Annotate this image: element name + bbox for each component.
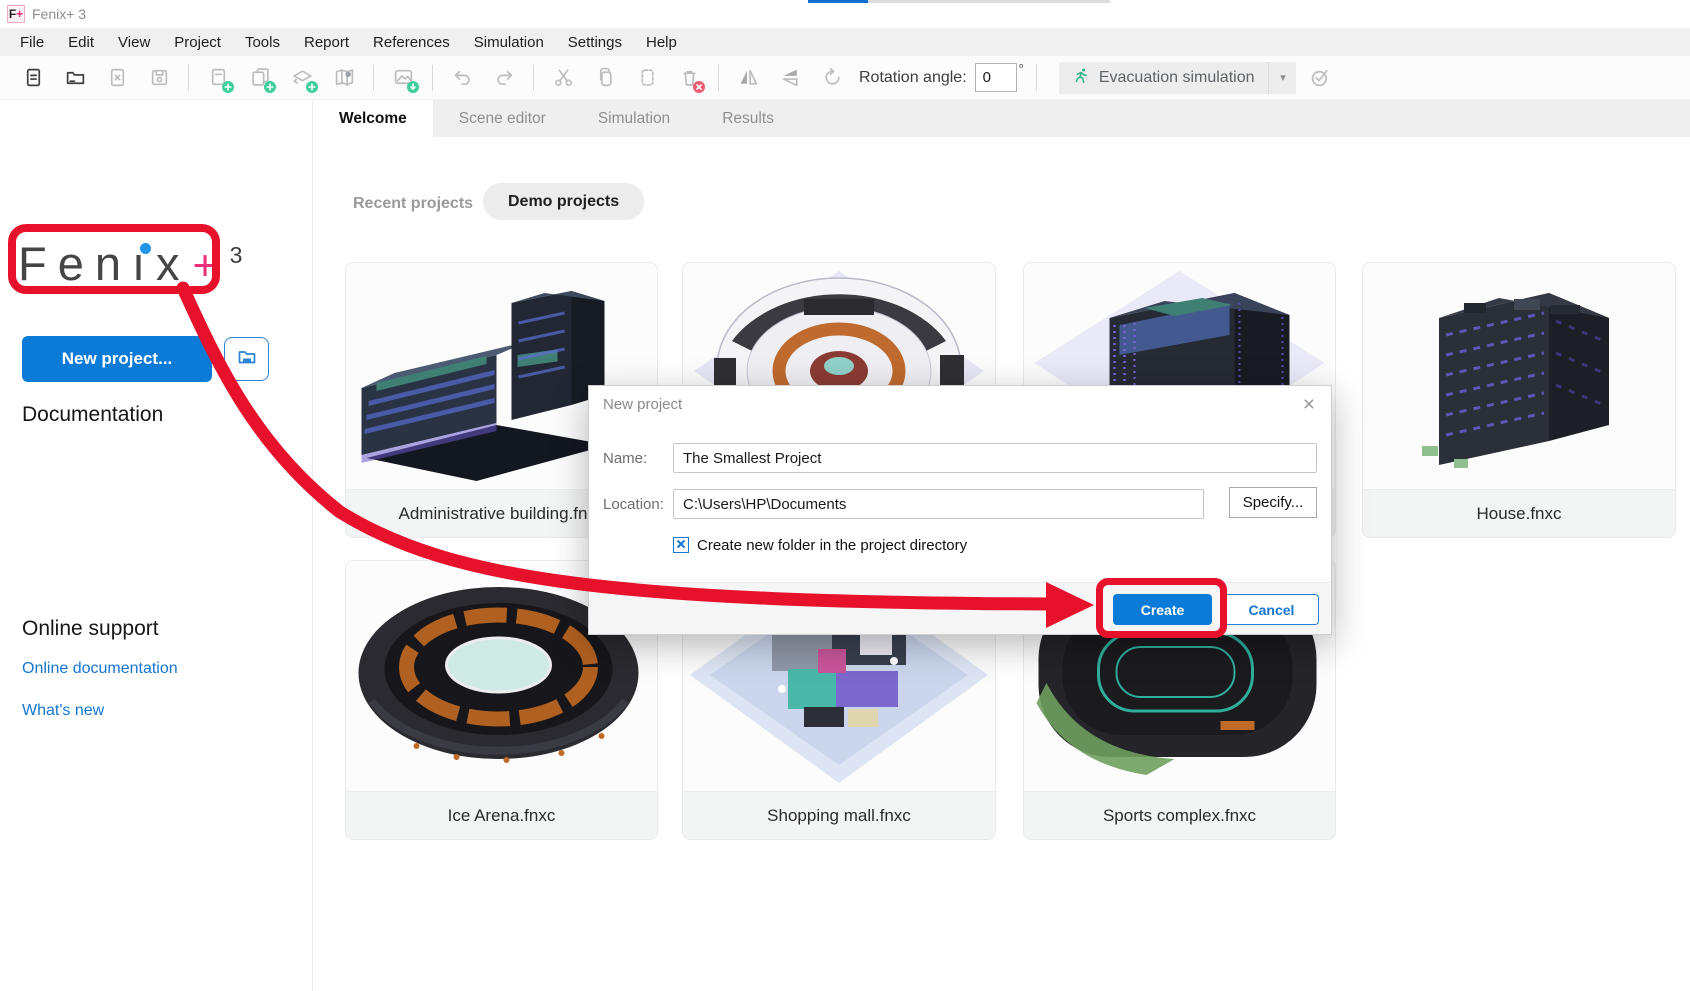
create-button[interactable]: Create bbox=[1113, 594, 1212, 625]
top-edge-gray-bar bbox=[868, 0, 1110, 3]
main-tab-strip: Welcome Scene editor Simulation Results bbox=[313, 100, 1690, 137]
menu-project[interactable]: Project bbox=[162, 34, 233, 51]
house-thumbnail bbox=[1363, 263, 1675, 489]
sidebar: Fenıx+3 New project... Documentation Onl… bbox=[0, 100, 313, 991]
new-document-icon[interactable] bbox=[21, 66, 45, 90]
plus-badge-icon bbox=[222, 81, 234, 93]
copy-icon[interactable] bbox=[593, 66, 617, 90]
title-bar: F+ Fenix+ 3 bbox=[0, 0, 1690, 28]
demo-projects-tab[interactable]: Demo projects bbox=[483, 183, 644, 220]
add-scenario-icon[interactable] bbox=[206, 66, 230, 90]
menu-tools[interactable]: Tools bbox=[233, 34, 292, 51]
plus-badge-icon bbox=[264, 81, 276, 93]
new-project-button[interactable]: New project... bbox=[22, 336, 212, 382]
toolbar-separator bbox=[373, 65, 374, 91]
plus-badge-icon bbox=[306, 81, 318, 93]
close-project-icon[interactable] bbox=[105, 66, 129, 90]
demo-projects-label: Demo projects bbox=[508, 193, 619, 211]
project-card-label: Ice Arena.fnxc bbox=[346, 791, 657, 839]
menu-view[interactable]: View bbox=[106, 34, 162, 51]
menu-help[interactable]: Help bbox=[634, 34, 689, 51]
tab-results[interactable]: Results bbox=[696, 100, 800, 137]
save-project-icon[interactable] bbox=[147, 66, 171, 90]
undo-icon[interactable] bbox=[450, 66, 474, 90]
online-support-heading: Online support bbox=[22, 617, 159, 641]
menu-report[interactable]: Report bbox=[292, 34, 361, 51]
create-folder-checkbox[interactable] bbox=[673, 537, 689, 553]
dialog-footer bbox=[589, 582, 1331, 634]
name-label: Name: bbox=[603, 450, 647, 467]
logo-version-sup: 3 bbox=[230, 242, 243, 268]
checkbox-checked-icon bbox=[676, 536, 686, 554]
project-card-label: Shopping mall.fnxc bbox=[683, 791, 995, 839]
location-field[interactable] bbox=[673, 489, 1204, 519]
delete-icon[interactable] bbox=[677, 66, 701, 90]
online-documentation-link[interactable]: Online documentation bbox=[22, 660, 178, 678]
recent-projects-tab[interactable]: Recent projects bbox=[353, 195, 473, 213]
rotation-angle-label: Rotation angle: bbox=[859, 69, 967, 87]
whats-new-link[interactable]: What's new bbox=[22, 702, 104, 720]
open-project-icon[interactable] bbox=[63, 66, 87, 90]
menu-file[interactable]: File bbox=[8, 34, 56, 51]
rotate-icon[interactable] bbox=[820, 66, 844, 90]
open-project-folder-button[interactable] bbox=[224, 337, 269, 381]
specify-button[interactable]: Specify... bbox=[1229, 487, 1317, 518]
toolbar-separator bbox=[188, 65, 189, 91]
project-card-label: Sports complex.fnxc bbox=[1024, 791, 1335, 839]
redo-icon[interactable] bbox=[492, 66, 516, 90]
menu-simulation[interactable]: Simulation bbox=[462, 34, 556, 51]
toolbar-separator bbox=[1036, 65, 1037, 91]
duplicate-scenario-icon[interactable] bbox=[248, 66, 272, 90]
download-badge-icon bbox=[407, 81, 419, 93]
cut-icon[interactable] bbox=[551, 66, 575, 90]
chevron-down-icon: ▾ bbox=[1280, 71, 1286, 84]
toolbar: Rotation angle: ° Evacuation simulation … bbox=[0, 56, 1690, 100]
toolbar-separator bbox=[432, 65, 433, 91]
cancel-button[interactable]: Cancel bbox=[1224, 594, 1319, 625]
menu-bar: File Edit View Project Tools Report Refe… bbox=[0, 28, 1690, 56]
flip-horizontal-icon[interactable] bbox=[736, 66, 760, 90]
documentation-heading: Documentation bbox=[22, 403, 163, 427]
map-substrate-icon[interactable] bbox=[332, 66, 356, 90]
evacuation-runner-icon bbox=[1073, 67, 1090, 89]
menu-edit[interactable]: Edit bbox=[56, 34, 106, 51]
menu-settings[interactable]: Settings bbox=[556, 34, 634, 51]
tab-scene-editor[interactable]: Scene editor bbox=[433, 100, 572, 137]
app-icon-plus: + bbox=[16, 7, 23, 21]
new-project-dialog: New project × Name: Location: Specify...… bbox=[588, 385, 1332, 635]
paste-icon[interactable] bbox=[635, 66, 659, 90]
evacuation-simulation-button[interactable]: Evacuation simulation bbox=[1059, 62, 1269, 94]
add-layer-icon[interactable] bbox=[290, 66, 314, 90]
top-edge-blue-bar bbox=[808, 0, 868, 3]
app-icon: F+ bbox=[7, 5, 25, 23]
logo-blue-dot bbox=[140, 243, 151, 254]
fenix-logo: Fenıx+3 bbox=[18, 236, 242, 291]
x-badge-icon bbox=[693, 81, 705, 93]
window-title: Fenix+ 3 bbox=[32, 6, 86, 22]
import-image-icon[interactable] bbox=[391, 66, 415, 90]
close-icon[interactable]: × bbox=[1299, 390, 1319, 419]
toolbar-separator bbox=[718, 65, 719, 91]
folder-icon bbox=[237, 347, 257, 372]
flip-vertical-icon[interactable] bbox=[778, 66, 802, 90]
project-card-label: House.fnxc bbox=[1363, 489, 1675, 537]
tab-welcome[interactable]: Welcome bbox=[313, 100, 433, 137]
create-folder-checkbox-label: Create new folder in the project directo… bbox=[697, 537, 967, 554]
name-field[interactable] bbox=[673, 443, 1317, 473]
rotation-angle-input[interactable] bbox=[975, 63, 1017, 92]
location-label: Location: bbox=[603, 496, 664, 513]
simulation-dropdown-button[interactable]: ▾ bbox=[1268, 62, 1296, 94]
menu-references[interactable]: References bbox=[361, 34, 462, 51]
logo-plus: + bbox=[193, 242, 218, 290]
validate-check-icon[interactable] bbox=[1308, 66, 1332, 90]
toolbar-separator bbox=[533, 65, 534, 91]
project-card-house[interactable]: House.fnxc bbox=[1362, 262, 1676, 538]
evacuation-simulation-label: Evacuation simulation bbox=[1099, 69, 1255, 87]
logo-text: Fenıx bbox=[18, 237, 191, 290]
tab-simulation[interactable]: Simulation bbox=[572, 100, 696, 137]
dialog-title: New project bbox=[603, 396, 682, 413]
degree-symbol: ° bbox=[1019, 61, 1024, 76]
